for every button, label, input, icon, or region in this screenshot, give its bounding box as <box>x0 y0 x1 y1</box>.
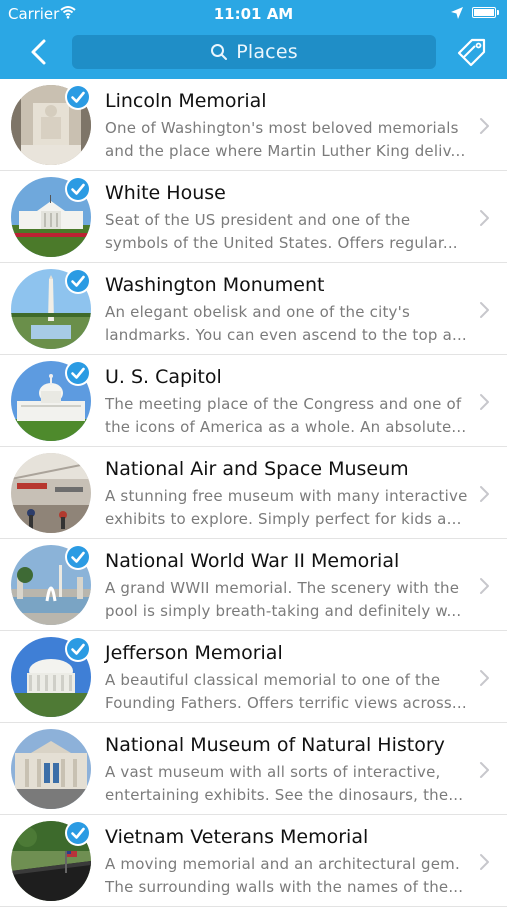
place-row[interactable]: National World War II Memorial A grand W… <box>0 539 507 631</box>
place-row[interactable]: Jefferson Memorial A beautiful classical… <box>0 631 507 723</box>
place-title: Washington Monument <box>105 274 325 296</box>
place-description-line: A vast museum with all sorts of interact… <box>105 763 441 781</box>
place-row[interactable]: Lincoln Memorial One of Washington's mos… <box>0 79 507 171</box>
chevron-right-icon <box>480 578 489 594</box>
place-description-line: exhibits to explore. Simply perfect for … <box>105 510 471 528</box>
place-description-line: A beautiful classical memorial to one of… <box>105 671 441 689</box>
place-description-line: landmarks. You can even ascend to the to… <box>105 326 467 344</box>
places-list: Lincoln Memorial One of Washington's mos… <box>0 79 507 907</box>
place-description: A vast museum with all sorts of interact… <box>105 761 471 807</box>
tags-button[interactable] <box>456 37 488 67</box>
status-bar: Carrier 11:01 AM <box>0 0 507 28</box>
place-description: A beautiful classical memorial to one of… <box>105 669 471 715</box>
back-button[interactable] <box>24 37 54 67</box>
place-row[interactable]: Vietnam Veterans Memorial A moving memor… <box>0 815 507 907</box>
place-photo <box>11 453 91 533</box>
place-description-line: A grand WWII memorial. The scenery with … <box>105 579 460 597</box>
chevron-right-icon <box>480 118 489 134</box>
visited-check-icon <box>65 268 91 294</box>
chevron-right-icon <box>480 210 489 226</box>
place-description: A grand WWII memorial. The scenery with … <box>105 577 471 623</box>
search-icon <box>211 44 228 60</box>
location-arrow-icon <box>451 7 463 19</box>
place-description: A moving memorial and an architectural g… <box>105 853 471 899</box>
place-title: U. S. Capitol <box>105 366 222 388</box>
place-photo <box>11 729 91 809</box>
visited-check-icon <box>65 636 91 662</box>
place-title: Lincoln Memorial <box>105 90 267 112</box>
place-photo-airspace <box>11 453 91 533</box>
place-title: National World War II Memorial <box>105 550 400 572</box>
place-description-line: A stunning free museum with many interac… <box>105 487 468 505</box>
place-description: One of Washington's most beloved memoria… <box>105 117 471 163</box>
place-row[interactable]: U. S. Capitol The meeting place of the C… <box>0 355 507 447</box>
chevron-right-icon <box>480 486 489 502</box>
place-description: An elegant obelisk and one of the city's… <box>105 301 471 347</box>
chevron-right-icon <box>480 302 489 318</box>
place-title: Vietnam Veterans Memorial <box>105 826 369 848</box>
place-row[interactable]: White House Seat of the US president and… <box>0 171 507 263</box>
place-description-line: The meeting place of the Congress and on… <box>105 395 462 413</box>
place-row[interactable]: Washington Monument An elegant obelisk a… <box>0 263 507 355</box>
place-description-line: entertaining exhibits. See the dinosaurs… <box>105 786 464 804</box>
place-description-line: and the place where Martin Luther King d… <box>105 142 466 160</box>
place-description-line: An elegant obelisk and one of the city's <box>105 303 410 321</box>
place-description-line: One of Washington's most beloved memoria… <box>105 119 459 137</box>
place-photo-naturalhistory <box>11 729 91 809</box>
clock: 11:01 AM <box>213 5 294 23</box>
place-title: National Air and Space Museum <box>105 458 409 480</box>
chevron-right-icon <box>480 670 489 686</box>
place-description-line: Seat of the US president and one of the <box>105 211 411 229</box>
chevron-right-icon <box>480 762 489 778</box>
place-row[interactable]: National Air and Space Museum A stunning… <box>0 447 507 539</box>
chevron-right-icon <box>480 394 489 410</box>
navigation-bar: Places <box>0 28 507 79</box>
place-description-line: pool is simply breath-taking and definit… <box>105 602 462 620</box>
place-description-line: The surrounding walls with the names of … <box>105 878 464 896</box>
place-description: A stunning free museum with many interac… <box>105 485 471 531</box>
place-description-line: Founding Fathers. Offers terrific views … <box>105 694 467 712</box>
battery-icon <box>472 7 499 18</box>
place-title: National Museum of Natural History <box>105 734 445 756</box>
place-title: Jefferson Memorial <box>105 642 283 664</box>
visited-check-icon <box>65 176 91 202</box>
place-description-line: symbols of the United States. Offers reg… <box>105 234 458 252</box>
chevron-right-icon <box>480 854 489 870</box>
search-input[interactable]: Places <box>72 35 436 69</box>
search-placeholder: Places <box>236 41 298 63</box>
visited-check-icon <box>65 360 91 386</box>
place-row[interactable]: National Museum of Natural History A vas… <box>0 723 507 815</box>
place-description: Seat of the US president and one of the … <box>105 209 471 255</box>
visited-check-icon <box>65 820 91 846</box>
place-description-line: A moving memorial and an architectural g… <box>105 855 460 873</box>
visited-check-icon <box>65 84 91 110</box>
place-title: White House <box>105 182 226 204</box>
place-description: The meeting place of the Congress and on… <box>105 393 471 439</box>
place-description-line: the icons of America as a whole. An abso… <box>105 418 467 436</box>
visited-check-icon <box>65 544 91 570</box>
